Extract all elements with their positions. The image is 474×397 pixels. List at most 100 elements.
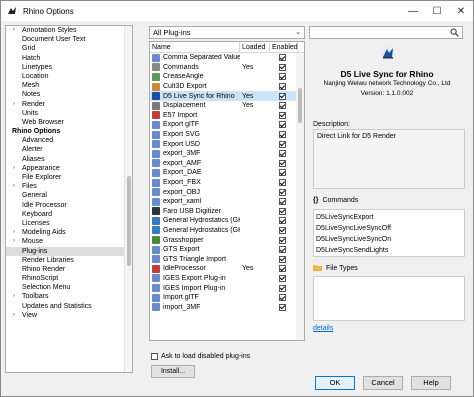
plugin-row[interactable]: General Hydrostatics (GH [150,226,304,236]
enabled-checkbox[interactable] [278,179,286,187]
plugin-row[interactable]: D5 Live Sync for Rhino Yes [150,91,304,101]
install-button[interactable]: Install... [151,365,195,378]
enabled-checkbox[interactable] [278,111,286,119]
chevron-right-icon[interactable]: › [13,311,15,320]
tree-item[interactable]: Advanced [6,136,132,145]
enabled-checkbox[interactable] [278,54,286,62]
plugin-row[interactable]: Export_FBX [150,178,304,188]
command-item[interactable]: D5LiveSyncSendLights [316,245,462,256]
enabled-checkbox[interactable] [278,265,286,273]
enabled-checkbox[interactable] [278,188,286,196]
plugin-row[interactable]: Grasshopper [150,235,304,245]
commands-list[interactable]: D5LiveSyncExport D5LiveSyncLiveSyncOff D… [313,209,465,257]
tree-item[interactable]: Location [6,72,132,81]
options-tree[interactable]: › Annotation Styles Document User Text Grid… [5,25,133,373]
enabled-checkbox[interactable] [278,83,286,91]
close-button[interactable]: ✕ [449,1,473,21]
chevron-right-icon[interactable]: › [13,292,15,301]
tree-item[interactable]: General [6,191,132,200]
enabled-checkbox[interactable] [278,246,286,254]
tree-item[interactable]: Alerter [6,145,132,154]
help-button[interactable]: Help [411,376,451,390]
tree-item[interactable]: › Mouse [6,237,132,246]
ask-to-load-option[interactable]: Ask to load disabled plug-ins [151,353,250,360]
tree-item[interactable]: Hatch [6,54,132,63]
chevron-right-icon[interactable]: › [13,228,15,237]
plugin-row[interactable]: GTS Export [150,245,304,255]
plugin-scrollbar-thumb[interactable] [298,88,302,123]
plugin-row[interactable]: E57 Import [150,111,304,121]
tree-item[interactable]: › View [6,311,132,320]
plugin-row[interactable]: import_3MF [150,302,304,312]
tree-item[interactable]: › Annotation Styles [6,26,132,35]
enabled-checkbox[interactable] [278,169,286,177]
tree-item[interactable]: › Toolbars [6,292,132,301]
tree-item[interactable]: Document User Text [6,35,132,44]
enabled-checkbox[interactable] [278,255,286,263]
tree-item[interactable]: Web Browser [6,118,132,127]
enabled-checkbox[interactable] [278,150,286,158]
plugin-row[interactable]: General Hydrostatics (GH [150,216,304,226]
details-link[interactable]: details [313,325,333,332]
plugin-row[interactable]: Export USD [150,139,304,149]
tree-item[interactable]: Selection Menu [6,283,132,292]
tree-item[interactable]: › Modeling Aids [6,228,132,237]
plugin-row[interactable]: Faro USB Digitizer [150,207,304,217]
enabled-checkbox[interactable] [278,140,286,148]
tree-scrollbar-thumb[interactable] [127,176,131,266]
plugin-filter-dropdown[interactable]: All Plug-ins ⌄ [149,26,305,39]
chevron-right-icon[interactable]: › [13,237,15,246]
plugin-row[interactable]: Export glTF [150,120,304,130]
tree-item[interactable]: Linetypes [6,63,132,72]
ask-to-load-checkbox[interactable] [151,353,158,360]
chevron-right-icon[interactable]: › [13,182,15,191]
plugin-row[interactable]: export_3MF [150,149,304,159]
enabled-checkbox[interactable] [278,63,286,71]
plugin-row[interactable]: export_OBJ [150,187,304,197]
column-loaded[interactable]: Loaded [240,42,270,52]
enabled-checkbox[interactable] [278,303,286,311]
maximize-button[interactable]: ☐ [425,1,449,21]
plugin-list-scrollbar[interactable] [296,53,304,340]
tree-item[interactable]: Rhino Render [6,265,132,274]
tree-item[interactable]: › Render [6,100,132,109]
command-item[interactable]: D5LiveSyncLiveSyncOff [316,223,462,234]
enabled-checkbox[interactable] [278,198,286,206]
enabled-checkbox[interactable] [278,159,286,167]
tree-item[interactable]: Units [6,109,132,118]
cancel-button[interactable]: Cancel [363,376,403,390]
plugin-row[interactable]: export_xaml [150,197,304,207]
tree-item[interactable]: Licenses [6,219,132,228]
chevron-right-icon[interactable]: › [13,100,15,109]
enabled-checkbox[interactable] [278,284,286,292]
plugin-row[interactable]: Commands Yes [150,63,304,73]
enabled-checkbox[interactable] [278,102,286,110]
plugin-row[interactable]: export_AMF [150,159,304,169]
plugin-row[interactable]: IGES Export Plug-in [150,274,304,284]
enabled-checkbox[interactable] [278,121,286,129]
tree-item[interactable]: RhinoScript [6,274,132,283]
tree-item[interactable]: Rhino Options [6,127,132,136]
tree-scrollbar[interactable] [124,26,132,372]
chevron-right-icon[interactable]: › [13,26,15,35]
tree-item[interactable]: Grid [6,44,132,53]
plugin-row[interactable]: Displacement Yes [150,101,304,111]
tree-item[interactable]: Notes [6,90,132,99]
plugin-row[interactable]: Export_DAE [150,168,304,178]
tree-item[interactable]: Render Libraries [6,256,132,265]
plugin-row[interactable]: IdleProcessor Yes [150,264,304,274]
tree-item[interactable]: Updates and Statistics [6,302,132,311]
enabled-checkbox[interactable] [278,73,286,81]
column-name[interactable]: Name [150,42,240,52]
enabled-checkbox[interactable] [278,294,286,302]
plugin-row[interactable]: Cult3D Export [150,82,304,92]
tree-item[interactable]: Idle Processor [6,201,132,210]
tree-item[interactable]: › Appearance [6,164,132,173]
plugin-row[interactable]: GTS Triangle Import [150,254,304,264]
tree-item[interactable]: File Explorer [6,173,132,182]
plugin-row[interactable]: Import glTF [150,293,304,303]
enabled-checkbox[interactable] [278,217,286,225]
minimize-button[interactable]: — [401,1,425,21]
tree-item[interactable]: Aliases [6,155,132,164]
plugin-row[interactable]: IGES Import Plug-in [150,283,304,293]
